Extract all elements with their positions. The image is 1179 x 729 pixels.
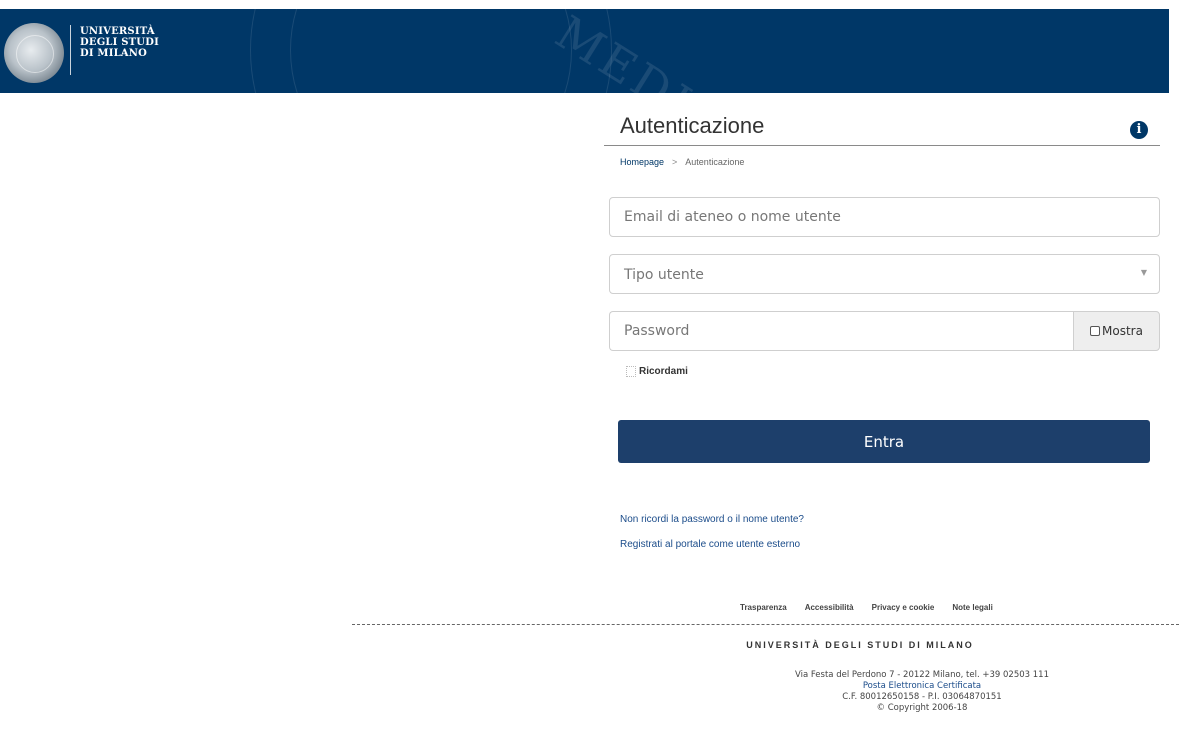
footer-tax-ids: C.F. 80012650158 - P.I. 03064870151 xyxy=(842,692,1002,702)
login-button[interactable]: Entra xyxy=(618,420,1150,463)
breadcrumb-current: Autenticazione xyxy=(685,157,745,167)
remember-me[interactable]: Ricordami xyxy=(626,366,688,377)
show-password-checkbox[interactable] xyxy=(1090,326,1101,336)
footer-university-name: UNIVERSITÀ DEGLI STUDI DI MILANO xyxy=(746,640,974,650)
wordmark-line-1: UNIVERSITÀ xyxy=(80,26,155,37)
wordmark-line-2: DEGLI STUDI xyxy=(80,37,159,48)
footer-copyright: © Copyright 2006-18 xyxy=(876,703,968,713)
footer-pec-link[interactable]: Posta Elettronica Certificata xyxy=(622,681,1179,692)
remember-me-label: Ricordami xyxy=(639,366,688,377)
email-input[interactable] xyxy=(610,198,1159,236)
tipo-utente-select[interactable]: Tipo utente ▼ xyxy=(609,254,1160,294)
breadcrumb-separator: > xyxy=(672,157,678,167)
footer-link-note-legali[interactable]: Note legali xyxy=(952,603,992,612)
site-header: MEDI UNIVERSITÀ DEGLI STUDI DI MILANO xyxy=(0,9,1169,93)
register-external-link[interactable]: Registrati al portale come utente estern… xyxy=(620,539,800,550)
university-seal-icon[interactable] xyxy=(4,23,64,83)
tipo-utente-placeholder: Tipo utente xyxy=(624,267,704,283)
show-password-toggle[interactable]: Mostra xyxy=(1073,311,1160,351)
title-divider xyxy=(604,145,1160,146)
email-field-wrapper xyxy=(609,197,1160,237)
chevron-down-icon: ▼ xyxy=(1140,268,1147,277)
university-wordmark[interactable]: UNIVERSITÀ DEGLI STUDI DI MILANO xyxy=(80,26,159,59)
page-title: Autenticazione xyxy=(620,113,765,138)
footer-links: Trasparenza Accessibilità Privacy e cookie… xyxy=(740,603,1011,612)
wordmark-line-3: DI MILANO xyxy=(80,48,148,59)
footer-divider xyxy=(352,624,1179,625)
header-seal-watermark-inner xyxy=(290,9,572,93)
breadcrumb: Homepage > Autenticazione xyxy=(620,157,744,167)
footer-link-accessibilita[interactable]: Accessibilità xyxy=(805,603,854,612)
password-input[interactable] xyxy=(610,312,1074,350)
footer-info: Via Festa del Perdono 7 - 20122 Milano, … xyxy=(622,670,1179,714)
footer-link-privacy[interactable]: Privacy e cookie xyxy=(872,603,935,612)
remember-me-checkbox[interactable] xyxy=(626,366,636,377)
breadcrumb-home-link[interactable]: Homepage xyxy=(620,157,664,167)
show-password-label: Mostra xyxy=(1102,324,1143,338)
forgot-password-link[interactable]: Non ricordi la password o il nome utente… xyxy=(620,514,804,525)
password-field-wrapper xyxy=(609,311,1074,351)
info-icon[interactable]: i xyxy=(1130,121,1148,139)
footer-address: Via Festa del Perdono 7 - 20122 Milano, … xyxy=(794,670,1049,680)
footer-link-trasparenza[interactable]: Trasparenza xyxy=(740,603,787,612)
header-divider xyxy=(70,25,71,75)
